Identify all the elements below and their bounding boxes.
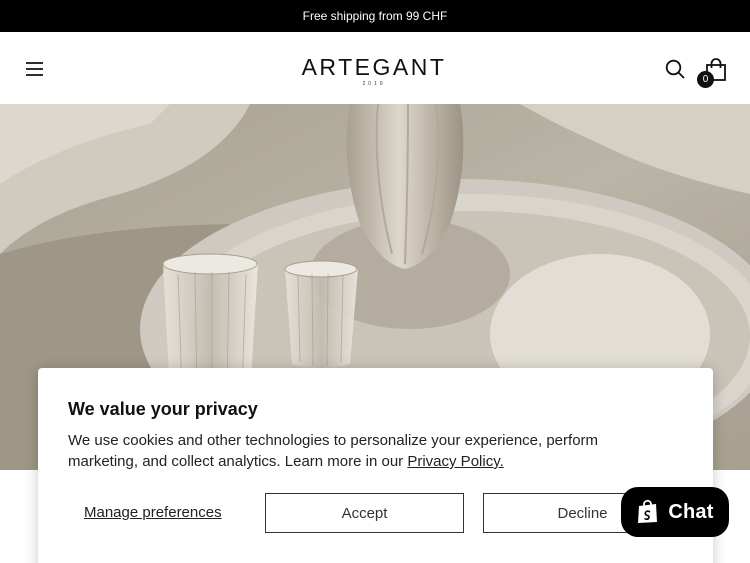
announcement-text: Free shipping from 99 CHF	[302, 9, 448, 23]
menu-button[interactable]	[22, 56, 48, 82]
brand-year: 2010	[362, 81, 386, 87]
privacy-body: We use cookies and other technologies to…	[68, 432, 599, 470]
search-icon	[665, 59, 685, 79]
privacy-policy-link[interactable]: Privacy Policy.	[407, 453, 503, 470]
announcement-bar: Free shipping from 99 CHF	[0, 0, 750, 32]
brand-name: ARTEGANT	[301, 54, 447, 80]
accept-button[interactable]: Accept	[265, 493, 464, 533]
chat-button[interactable]: Chat	[621, 487, 729, 537]
manage-preferences-button[interactable]: Manage preferences	[84, 504, 222, 521]
privacy-banner: We value your privacy We use cookies and…	[38, 368, 713, 563]
brand-logo[interactable]: ARTEGANT 2010	[296, 54, 452, 90]
privacy-title: We value your privacy	[68, 399, 258, 419]
chat-label: Chat	[668, 500, 714, 523]
site-header: ARTEGANT 2010 0	[0, 32, 750, 104]
cart-count-badge: 0	[697, 71, 714, 88]
shopify-bag-icon	[638, 499, 658, 523]
hamburger-menu-icon	[26, 62, 43, 76]
privacy-text: We use cookies and other technologies to…	[68, 430, 668, 472]
search-button[interactable]	[664, 58, 686, 80]
